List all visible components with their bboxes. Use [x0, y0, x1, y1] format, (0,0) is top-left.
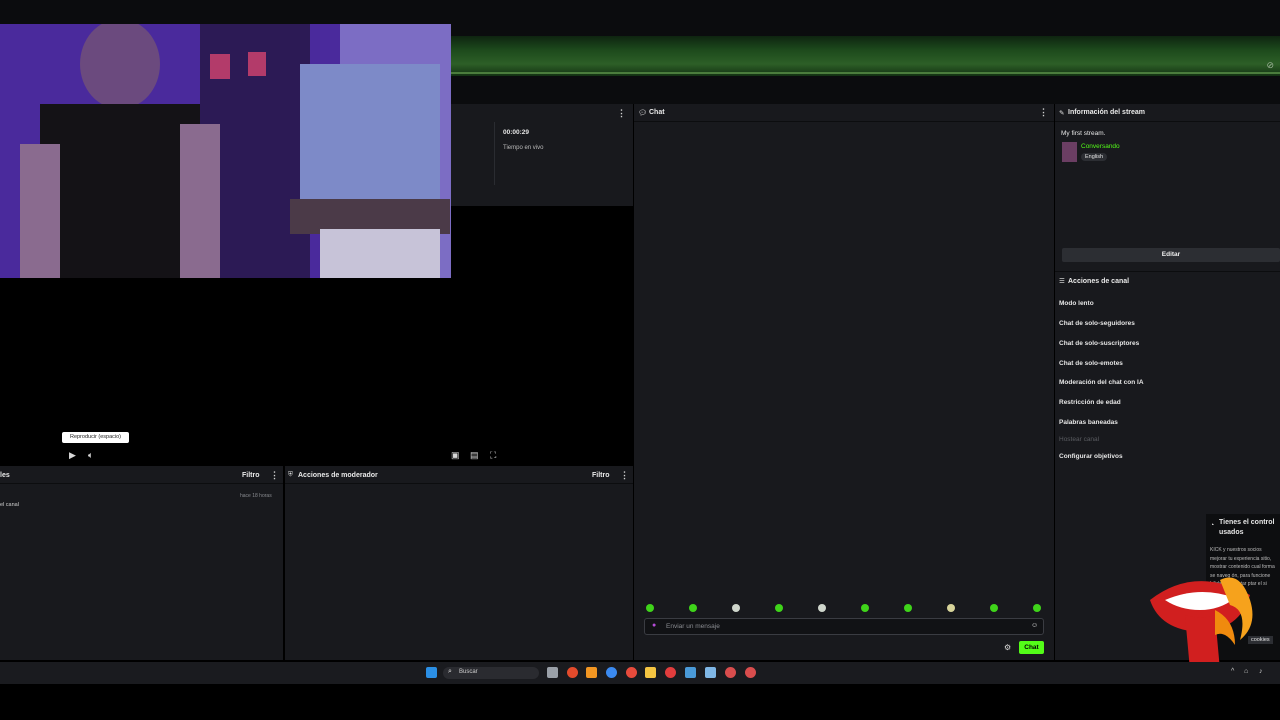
channel-actions-header: ☰ Acciones de canal — [1055, 271, 1280, 289]
cookie-icon: ◔ — [1210, 522, 1215, 529]
category-thumbnail[interactable] — [1062, 142, 1077, 162]
play-tooltip: Reproducir (espacio) — [62, 432, 129, 443]
play-icon[interactable]: ▶ — [69, 450, 76, 461]
notepad-icon[interactable] — [705, 667, 716, 678]
emote-icon[interactable] — [775, 604, 783, 612]
video-frame-image — [0, 24, 451, 279]
followers-only-toggle[interactable]: Chat de solo-seguidores — [1059, 320, 1135, 327]
tray-chevron-icon[interactable]: ^ — [1231, 668, 1234, 675]
volume-icon[interactable]: 🔈︎ — [88, 450, 93, 461]
chat-send-button[interactable]: Chat — [1019, 641, 1044, 654]
app-icon[interactable] — [665, 667, 676, 678]
video-player[interactable] — [0, 24, 451, 279]
live-timer-label: Tiempo en vivo — [503, 145, 544, 151]
configure-goals-button[interactable]: Configurar objetivos — [1059, 453, 1123, 460]
fullscreen-icon[interactable]: ⛶ — [490, 450, 496, 461]
stream-info-header: ✎ Información del stream — [1055, 104, 1280, 122]
chat-header: 💬︎ Chat ⋮ — [634, 104, 1054, 122]
player-area-right — [451, 205, 633, 465]
stream-preview-banner: ⊘ — [451, 36, 1280, 76]
chrome-icon[interactable] — [606, 667, 617, 678]
settings-icon[interactable] — [685, 667, 696, 678]
activity-text: el canal — [0, 502, 19, 508]
banned-words-button[interactable]: Palabras baneadas — [1059, 419, 1118, 426]
taskbar-search-label: Buscar — [459, 669, 478, 675]
moderator-menu-icon[interactable]: ⋮ — [620, 470, 629, 481]
emote-icon[interactable] — [947, 604, 955, 612]
list-icon: ☰ — [1059, 278, 1065, 285]
hide-icon[interactable]: ⊘ — [1266, 60, 1274, 71]
chat-panel: 💬︎ Chat ⋮ — [634, 104, 1054, 660]
task-view-icon[interactable] — [547, 667, 558, 678]
tray-volume-icon[interactable]: ♪ — [1259, 668, 1263, 675]
chat-menu-icon[interactable]: ⋮ — [1039, 107, 1048, 118]
windows-start-icon[interactable] — [426, 667, 437, 678]
host-channel-button: Hostear canal — [1059, 436, 1100, 443]
stream-title: My first stream. — [1061, 130, 1106, 137]
moderator-actions-header: ⛨ Acciones de moderador Filtro ⋮ — [285, 466, 633, 484]
shield-icon: ⛨ — [288, 471, 293, 478]
obs-icon[interactable] — [725, 667, 736, 678]
emote-icon[interactable] — [818, 604, 826, 612]
chat-input-placeholder: Enviar un mensaje — [666, 623, 720, 630]
activity-title: les — [0, 472, 10, 479]
activity-panel: les Filtro ⋮ hace 18 horas el canal — [0, 466, 283, 660]
emote-icon[interactable] — [1033, 604, 1041, 612]
chat-message-input[interactable]: ● Enviar un mensaje ☺ — [644, 618, 1044, 635]
moderator-filter-button[interactable]: Filtro — [592, 472, 610, 479]
language-badge: English — [1081, 153, 1108, 161]
edit-stream-button[interactable]: Editar — [1062, 248, 1280, 262]
chrome-icon[interactable] — [626, 667, 637, 678]
live-timer: 00:00:29 — [503, 129, 530, 136]
emote-icon[interactable] — [646, 604, 654, 612]
bottom-bar — [0, 684, 1280, 720]
slow-mode-toggle[interactable]: Modo lento — [1059, 300, 1094, 307]
activity-time: hace 18 horas — [240, 493, 272, 499]
emote-icon[interactable] — [689, 604, 697, 612]
emote-icon[interactable] — [990, 604, 998, 612]
stream-info-title: Información del stream — [1068, 109, 1146, 116]
activity-menu-icon[interactable]: ⋮ — [270, 470, 279, 481]
activity-filter-button[interactable]: Filtro — [242, 472, 260, 479]
chat-settings-icon[interactable]: ⚙ — [1004, 643, 1011, 652]
taskbar-search[interactable]: ⌕ Buscar — [443, 667, 539, 679]
activity-header: les Filtro ⋮ — [0, 466, 283, 484]
ai-moderation-toggle[interactable]: Moderación del chat con IA — [1059, 379, 1144, 386]
vlc-icon[interactable] — [586, 667, 597, 678]
emote-icon[interactable] — [732, 604, 740, 612]
microphone-icon[interactable]: ● — [652, 622, 656, 629]
browser-icon[interactable] — [567, 667, 578, 678]
emote-icon[interactable] — [904, 604, 912, 612]
pencil-icon: ✎ — [1059, 110, 1065, 117]
theater-mode-icon[interactable]: ▤ — [470, 450, 479, 461]
subscribers-only-toggle[interactable]: Chat de solo-suscriptores — [1059, 340, 1139, 347]
age-restriction-toggle[interactable]: Restricción de edad — [1059, 399, 1121, 406]
moderator-actions-panel: ⛨ Acciones de moderador Filtro ⋮ — [285, 466, 633, 660]
chat-title: Chat — [649, 109, 665, 116]
picture-in-picture-icon[interactable]: ▣ — [451, 450, 460, 461]
chat-icon: 💬︎ — [638, 110, 647, 117]
stats-menu-icon[interactable]: ⋮ — [617, 108, 626, 119]
cookie-title: Tienes el control usados — [1219, 519, 1275, 536]
moderator-actions-title: Acciones de moderador — [298, 472, 378, 479]
emoji-icon[interactable]: ☺ — [1031, 622, 1038, 629]
live-timer-box: 00:00:29 Tiempo en vivo — [494, 122, 633, 185]
emotes-only-toggle[interactable]: Chat de solo-emotes — [1059, 360, 1123, 367]
search-icon: ⌕ — [448, 668, 452, 675]
file-explorer-icon[interactable] — [645, 667, 656, 678]
tray-network-icon[interactable]: ⌂ — [1244, 668, 1248, 675]
channel-actions-title: Acciones de canal — [1068, 278, 1130, 285]
obs-icon[interactable] — [745, 667, 756, 678]
emote-icon[interactable] — [861, 604, 869, 612]
stream-category[interactable]: Conversando — [1081, 143, 1120, 150]
windows-taskbar — [0, 662, 1280, 684]
